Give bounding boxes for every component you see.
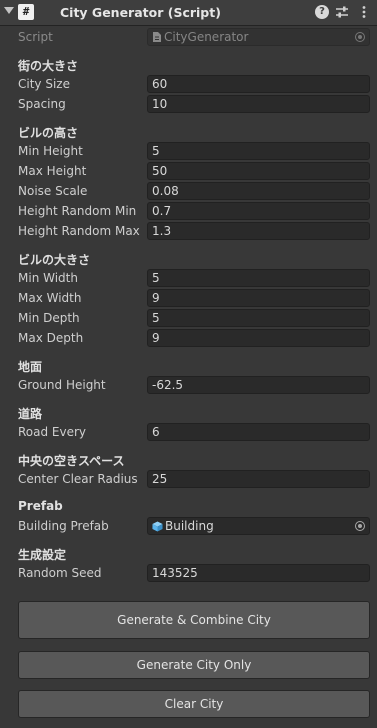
road-every-field[interactable]: 6 — [147, 423, 370, 441]
min-depth-field[interactable]: 5 — [147, 309, 370, 327]
city-size-row: City Size 60 — [0, 75, 377, 95]
building-prefab-row: Building Prefab Building — [0, 517, 377, 537]
building-prefab-field[interactable]: Building — [147, 517, 370, 535]
center-clear-radius-row: Center Clear Radius 25 — [0, 470, 377, 490]
city-size-label: City Size — [18, 77, 70, 91]
road-every-label: Road Every — [18, 425, 87, 439]
object-picker-icon — [355, 32, 365, 42]
script-value: CityGenerator — [164, 30, 249, 44]
height-random-max-field[interactable]: 1.3 — [147, 222, 370, 240]
random-seed-label: Random Seed — [18, 566, 102, 580]
preset-sliders-icon[interactable] — [335, 5, 349, 19]
script-asset-icon — [153, 32, 161, 42]
height-random-min-row: Height Random Min 0.7 — [0, 202, 377, 222]
max-height-field[interactable]: 50 — [147, 162, 370, 180]
building-prefab-label: Building Prefab — [18, 519, 109, 533]
prefab-cube-icon — [152, 521, 163, 532]
section-generation-settings: 生成設定 — [18, 548, 67, 562]
max-depth-field[interactable]: 9 — [147, 329, 370, 347]
section-building-height: ビルの高さ — [18, 126, 79, 140]
building-prefab-value: Building — [165, 519, 214, 533]
spacing-label: Spacing — [18, 97, 66, 111]
ground-height-label: Ground Height — [18, 378, 106, 392]
min-depth-label: Min Depth — [18, 311, 80, 325]
max-height-row: Max Height 50 — [0, 162, 377, 182]
script-icon: # — [18, 4, 34, 20]
max-width-label: Max Width — [18, 291, 82, 305]
random-seed-field[interactable]: 143525 — [147, 564, 370, 582]
script-field[interactable]: CityGenerator — [147, 28, 370, 46]
section-road: 道路 — [18, 407, 43, 421]
ground-height-field[interactable]: -62.5 — [147, 376, 370, 394]
max-width-row: Max Width 9 — [0, 289, 377, 309]
noise-scale-label: Noise Scale — [18, 184, 88, 198]
height-random-min-label: Height Random Min — [18, 204, 137, 218]
noise-scale-field[interactable]: 0.08 — [147, 182, 370, 200]
random-seed-row: Random Seed 143525 — [0, 564, 377, 584]
min-depth-row: Min Depth 5 — [0, 309, 377, 329]
min-height-row: Min Height 5 — [0, 142, 377, 162]
city-size-field[interactable]: 60 — [147, 75, 370, 93]
clear-city-button[interactable]: Clear City — [18, 690, 370, 718]
section-ground: 地面 — [18, 360, 43, 374]
section-prefab: Prefab — [18, 499, 63, 513]
height-random-min-field[interactable]: 0.7 — [147, 202, 370, 220]
max-depth-row: Max Depth 9 — [0, 329, 377, 349]
center-clear-radius-label: Center Clear Radius — [18, 472, 138, 486]
spacing-row: Spacing 10 — [0, 95, 377, 115]
min-width-label: Min Width — [18, 271, 78, 285]
min-height-label: Min Height — [18, 144, 83, 158]
foldout-arrow-icon[interactable] — [4, 7, 14, 14]
generate-city-only-button[interactable]: Generate City Only — [18, 651, 370, 679]
min-height-field[interactable]: 5 — [147, 142, 370, 160]
help-icon[interactable]: ? — [315, 5, 329, 19]
script-label: Script — [18, 30, 53, 44]
min-width-row: Min Width 5 — [0, 269, 377, 289]
section-city-size: 街の大きさ — [18, 59, 79, 73]
ground-height-row: Ground Height -62.5 — [0, 376, 377, 396]
min-width-field[interactable]: 5 — [147, 269, 370, 287]
max-depth-label: Max Depth — [18, 331, 84, 345]
max-height-label: Max Height — [18, 164, 87, 178]
height-random-max-row: Height Random Max 1.3 — [0, 222, 377, 242]
object-picker-icon[interactable] — [355, 521, 365, 531]
context-menu-icon[interactable] — [357, 5, 371, 19]
script-row: Script CityGenerator — [0, 28, 377, 48]
height-random-max-label: Height Random Max — [18, 224, 140, 238]
noise-scale-row: Noise Scale 0.08 — [0, 182, 377, 202]
section-center-clear: 中央の空きスペース — [18, 454, 125, 468]
road-every-row: Road Every 6 — [0, 423, 377, 443]
generate-combine-city-button[interactable]: Generate & Combine City — [18, 601, 370, 639]
center-clear-radius-field[interactable]: 25 — [147, 470, 370, 488]
component-header[interactable]: # City Generator (Script) ? — [0, 0, 377, 26]
spacing-field[interactable]: 10 — [147, 95, 370, 113]
component-title: City Generator (Script) — [60, 5, 221, 20]
max-width-field[interactable]: 9 — [147, 289, 370, 307]
section-building-size: ビルの大きさ — [18, 253, 91, 267]
